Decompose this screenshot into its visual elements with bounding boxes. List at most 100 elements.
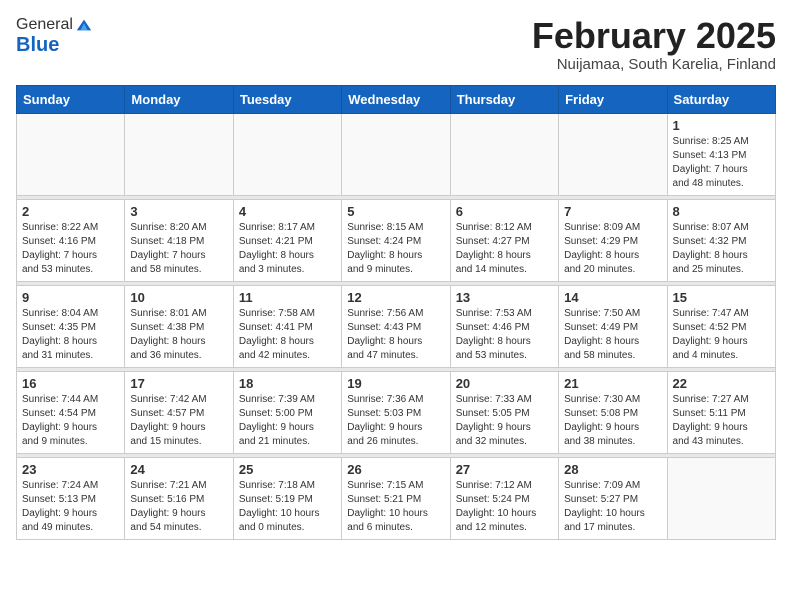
day-number: 17	[130, 376, 227, 391]
calendar-cell: 13 Sunrise: 7:53 AM Sunset: 4:46 PM Dayli…	[450, 285, 558, 367]
calendar-cell: 5 Sunrise: 8:15 AM Sunset: 4:24 PM Daylig…	[342, 199, 450, 281]
weekday-header-thursday: Thursday	[450, 85, 558, 113]
calendar-table: SundayMondayTuesdayWednesdayThursdayFrid…	[16, 85, 776, 540]
weekday-header-sunday: Sunday	[17, 85, 125, 113]
day-info: Sunrise: 8:04 AM Sunset: 4:35 PM Dayligh…	[22, 307, 119, 363]
day-info: Sunrise: 8:12 AM Sunset: 4:27 PM Dayligh…	[456, 221, 553, 277]
calendar-cell: 1Sunrise: 8:25 AM Sunset: 4:13 PM Daylig…	[667, 113, 775, 195]
calendar-cell	[342, 113, 450, 195]
calendar-cell: 20Sunrise: 7:33 AM Sunset: 5:05 PM Dayli…	[450, 371, 558, 453]
calendar-week-row: 2 Sunrise: 8:22 AM Sunset: 4:16 PM Daylig…	[17, 199, 776, 281]
logo-general-text: General	[16, 16, 73, 34]
day-number: 4	[239, 204, 336, 219]
calendar-week-row: 16 Sunrise: 7:44 AM Sunset: 4:54 PM Dayli…	[17, 371, 776, 453]
day-number: 13	[456, 290, 553, 305]
day-info: Sunrise: 8:07 AM Sunset: 4:32 PM Dayligh…	[673, 221, 770, 277]
calendar-week-row: 23 Sunrise: 7:24 AM Sunset: 5:13 PM Dayli…	[17, 457, 776, 539]
day-number: 18	[239, 376, 336, 391]
logo-blue-text: Blue	[16, 34, 59, 57]
day-number: 7	[564, 204, 661, 219]
day-info: Sunrise: 7:56 AM Sunset: 4:43 PM Dayligh…	[347, 307, 444, 363]
day-info: Sunrise: 7:44 AM Sunset: 4:54 PM Dayligh…	[22, 393, 119, 449]
weekday-header-monday: Monday	[125, 85, 233, 113]
day-number: 9	[22, 290, 119, 305]
calendar-cell: 6 Sunrise: 8:12 AM Sunset: 4:27 PM Daylig…	[450, 199, 558, 281]
day-info: Sunrise: 7:27 AM Sunset: 5:11 PM Dayligh…	[673, 393, 770, 449]
day-number: 11	[239, 290, 336, 305]
calendar-cell: 7 Sunrise: 8:09 AM Sunset: 4:29 PM Daylig…	[559, 199, 667, 281]
day-info: Sunrise: 8:15 AM Sunset: 4:24 PM Dayligh…	[347, 221, 444, 277]
day-info: Sunrise: 7:18 AM Sunset: 5:19 PM Dayligh…	[239, 479, 336, 535]
weekday-header-wednesday: Wednesday	[342, 85, 450, 113]
calendar-cell: 23 Sunrise: 7:24 AM Sunset: 5:13 PM Dayli…	[17, 457, 125, 539]
calendar-cell: 9 Sunrise: 8:04 AM Sunset: 4:35 PM Daylig…	[17, 285, 125, 367]
day-info: Sunrise: 8:09 AM Sunset: 4:29 PM Dayligh…	[564, 221, 661, 277]
day-info: Sunrise: 7:58 AM Sunset: 4:41 PM Dayligh…	[239, 307, 336, 363]
day-info: Sunrise: 7:36 AM Sunset: 5:03 PM Dayligh…	[347, 393, 444, 449]
day-info: Sunrise: 7:53 AM Sunset: 4:46 PM Dayligh…	[456, 307, 553, 363]
day-info: Sunrise: 8:20 AM Sunset: 4:18 PM Dayligh…	[130, 221, 227, 277]
day-number: 23	[22, 462, 119, 477]
calendar-cell: 27Sunrise: 7:12 AM Sunset: 5:24 PM Dayli…	[450, 457, 558, 539]
calendar-cell: 8 Sunrise: 8:07 AM Sunset: 4:32 PM Daylig…	[667, 199, 775, 281]
calendar-cell	[450, 113, 558, 195]
day-info: Sunrise: 7:15 AM Sunset: 5:21 PM Dayligh…	[347, 479, 444, 535]
calendar-cell: 21 Sunrise: 7:30 AM Sunset: 5:08 PM Dayli…	[559, 371, 667, 453]
day-info: Sunrise: 7:30 AM Sunset: 5:08 PM Dayligh…	[564, 393, 661, 449]
logo-icon	[75, 16, 93, 34]
day-info: Sunrise: 8:17 AM Sunset: 4:21 PM Dayligh…	[239, 221, 336, 277]
calendar-cell: 11 Sunrise: 7:58 AM Sunset: 4:41 PM Dayli…	[233, 285, 341, 367]
day-info: Sunrise: 7:50 AM Sunset: 4:49 PM Dayligh…	[564, 307, 661, 363]
calendar-cell	[667, 457, 775, 539]
day-number: 25	[239, 462, 336, 477]
day-number: 28	[564, 462, 661, 477]
calendar-cell: 2 Sunrise: 8:22 AM Sunset: 4:16 PM Daylig…	[17, 199, 125, 281]
title-block: February 2025 Nuijamaa, South Karelia, F…	[532, 16, 776, 73]
day-info: Sunrise: 7:39 AM Sunset: 5:00 PM Dayligh…	[239, 393, 336, 449]
day-info: Sunrise: 8:01 AM Sunset: 4:38 PM Dayligh…	[130, 307, 227, 363]
day-number: 14	[564, 290, 661, 305]
day-number: 22	[673, 376, 770, 391]
day-number: 10	[130, 290, 227, 305]
calendar-cell: 15Sunrise: 7:47 AM Sunset: 4:52 PM Dayli…	[667, 285, 775, 367]
day-info: Sunrise: 7:42 AM Sunset: 4:57 PM Dayligh…	[130, 393, 227, 449]
calendar-cell: 24 Sunrise: 7:21 AM Sunset: 5:16 PM Dayli…	[125, 457, 233, 539]
day-number: 21	[564, 376, 661, 391]
day-info: Sunrise: 7:21 AM Sunset: 5:16 PM Dayligh…	[130, 479, 227, 535]
weekday-header-saturday: Saturday	[667, 85, 775, 113]
day-number: 3	[130, 204, 227, 219]
day-number: 26	[347, 462, 444, 477]
calendar-cell: 10 Sunrise: 8:01 AM Sunset: 4:38 PM Dayli…	[125, 285, 233, 367]
day-info: Sunrise: 7:09 AM Sunset: 5:27 PM Dayligh…	[564, 479, 661, 535]
weekday-header-friday: Friday	[559, 85, 667, 113]
calendar-cell: 25 Sunrise: 7:18 AM Sunset: 5:19 PM Dayli…	[233, 457, 341, 539]
day-number: 5	[347, 204, 444, 219]
calendar-cell: 14 Sunrise: 7:50 AM Sunset: 4:49 PM Dayli…	[559, 285, 667, 367]
day-number: 16	[22, 376, 119, 391]
calendar-cell: 12Sunrise: 7:56 AM Sunset: 4:43 PM Dayli…	[342, 285, 450, 367]
page-subtitle: Nuijamaa, South Karelia, Finland	[532, 56, 776, 73]
logo: General Blue	[16, 16, 93, 57]
calendar-cell: 4 Sunrise: 8:17 AM Sunset: 4:21 PM Daylig…	[233, 199, 341, 281]
calendar-cell	[233, 113, 341, 195]
day-info: Sunrise: 8:25 AM Sunset: 4:13 PM Dayligh…	[673, 135, 770, 191]
day-number: 19	[347, 376, 444, 391]
calendar-cell: 19 Sunrise: 7:36 AM Sunset: 5:03 PM Dayli…	[342, 371, 450, 453]
day-number: 2	[22, 204, 119, 219]
calendar-week-row: 1Sunrise: 8:25 AM Sunset: 4:13 PM Daylig…	[17, 113, 776, 195]
calendar-cell: 28 Sunrise: 7:09 AM Sunset: 5:27 PM Dayli…	[559, 457, 667, 539]
page-header: General Blue February 2025 Nuijamaa, Sou…	[16, 16, 776, 73]
day-number: 8	[673, 204, 770, 219]
day-number: 15	[673, 290, 770, 305]
day-info: Sunrise: 7:24 AM Sunset: 5:13 PM Dayligh…	[22, 479, 119, 535]
calendar-week-row: 9 Sunrise: 8:04 AM Sunset: 4:35 PM Daylig…	[17, 285, 776, 367]
calendar-cell	[559, 113, 667, 195]
day-info: Sunrise: 8:22 AM Sunset: 4:16 PM Dayligh…	[22, 221, 119, 277]
calendar-cell: 18 Sunrise: 7:39 AM Sunset: 5:00 PM Dayli…	[233, 371, 341, 453]
day-number: 6	[456, 204, 553, 219]
day-number: 24	[130, 462, 227, 477]
calendar-cell: 17 Sunrise: 7:42 AM Sunset: 4:57 PM Dayli…	[125, 371, 233, 453]
calendar-cell: 26 Sunrise: 7:15 AM Sunset: 5:21 PM Dayli…	[342, 457, 450, 539]
calendar-cell: 22 Sunrise: 7:27 AM Sunset: 5:11 PM Dayli…	[667, 371, 775, 453]
day-info: Sunrise: 7:12 AM Sunset: 5:24 PM Dayligh…	[456, 479, 553, 535]
